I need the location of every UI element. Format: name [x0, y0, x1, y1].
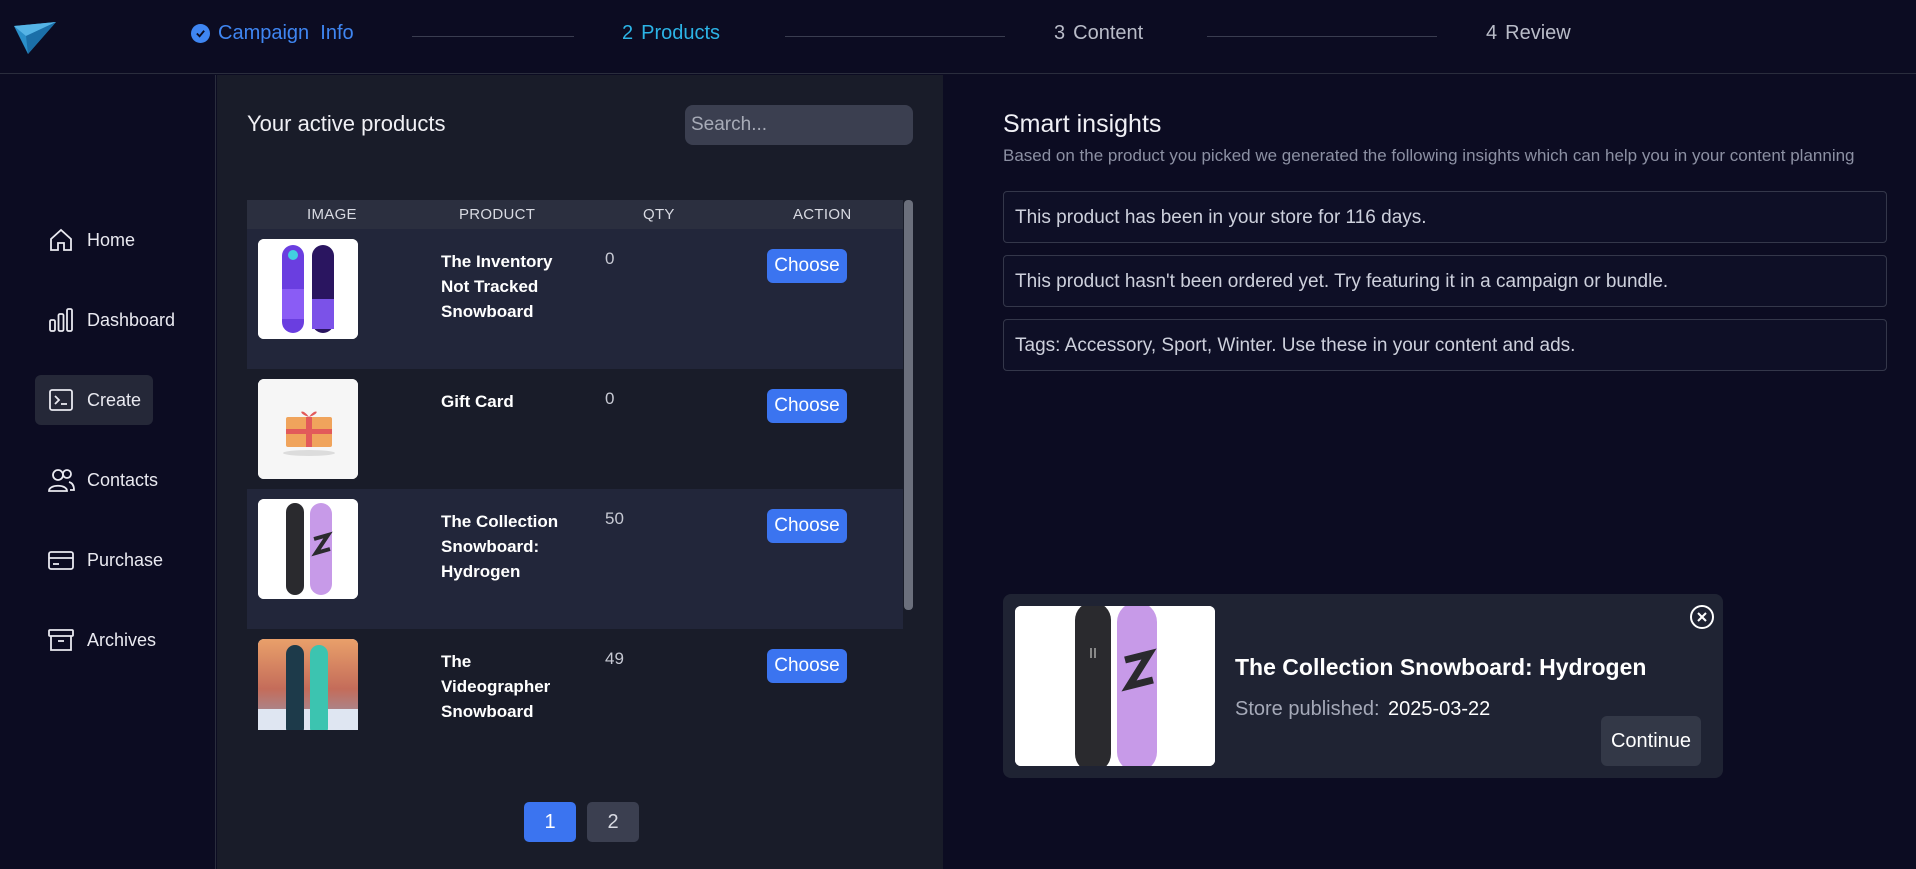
insight-item: Tags: Accessory, Sport, Winter. Use thes…: [1003, 319, 1887, 371]
table-row[interactable]: The Videographer Snowboard 49 Choose: [247, 629, 903, 730]
column-header-product: PRODUCT: [459, 206, 536, 223]
panel-title: Your active products: [247, 111, 446, 136]
product-image: [258, 639, 358, 730]
product-image: [258, 379, 358, 479]
sidebar-item-label: Contacts: [87, 469, 159, 490]
step-number: 2: [622, 22, 634, 44]
product-qty: 0: [605, 389, 615, 408]
page-button-1[interactable]: 1: [524, 802, 576, 842]
choose-button[interactable]: Choose: [767, 509, 847, 543]
column-header-qty: QTY: [643, 206, 675, 223]
sidebar-item-label: Dashboard: [87, 309, 176, 330]
selected-product-card: The Collection Snowboard: Hydrogen Store…: [1003, 594, 1723, 778]
insight-item: This product hasn't been ordered yet. Tr…: [1003, 255, 1887, 307]
step-campaign-info[interactable]: Campaign Info: [191, 22, 354, 45]
step-label: Campaign Info: [218, 22, 354, 44]
terminal-icon: [49, 389, 73, 411]
sidebar-item-contacts[interactable]: Contacts: [35, 455, 170, 505]
page-button-2[interactable]: 2: [587, 802, 639, 842]
product-name: The Videographer Snowboard: [441, 652, 551, 721]
users-icon: [48, 469, 75, 492]
close-button[interactable]: [1689, 604, 1715, 630]
paper-plane-logo[interactable]: [14, 22, 56, 56]
insights-subtitle: Based on the product you picked we gener…: [1003, 146, 1855, 165]
insights-title: Smart insights: [1003, 110, 1162, 138]
step-label: Review: [1505, 22, 1571, 44]
product-qty: 0: [605, 249, 615, 268]
selected-product-name: The Collection Snowboard: Hydrogen: [1235, 654, 1647, 680]
step-divider: [412, 36, 574, 37]
product-qty: 50: [605, 509, 624, 528]
step-divider: [785, 36, 1005, 37]
sidebar: Home Dashboard Create Contacts Purchase …: [0, 75, 216, 869]
sidebar-item-label: Purchase: [87, 549, 164, 570]
product-image: [258, 499, 358, 599]
sidebar-item-label: Home: [87, 229, 136, 250]
step-number: 3: [1054, 22, 1066, 44]
table-row[interactable]: The Collection Snowboard: Hydrogen 50 Ch…: [247, 489, 903, 629]
choose-button[interactable]: Choose: [767, 649, 847, 683]
step-products[interactable]: 2 Products: [622, 22, 720, 45]
step-number: 4: [1486, 22, 1498, 44]
close-circle-icon: [1690, 605, 1714, 629]
products-table: IMAGE PRODUCT QTY ACTION The Inventory N…: [247, 200, 913, 730]
products-panel: Your active products IMAGE PRODUCT QTY A…: [217, 75, 943, 869]
continue-button[interactable]: Continue: [1601, 716, 1701, 766]
credit-card-icon: [48, 551, 74, 570]
table-row[interactable]: Gift Card 0 Choose: [247, 369, 903, 489]
step-divider: [1207, 36, 1437, 37]
step-review[interactable]: 4 Review: [1486, 22, 1571, 45]
sidebar-item-label: Archives: [87, 629, 157, 650]
top-bar: Campaign Info 2 Products 3 Content 4 Rev…: [0, 0, 1916, 74]
sidebar-item-home[interactable]: Home: [35, 215, 147, 265]
published-label: Store published:: [1235, 698, 1380, 720]
sidebar-item-archives[interactable]: Archives: [35, 615, 168, 665]
table-scrollbar[interactable]: [904, 200, 913, 610]
choose-button[interactable]: Choose: [767, 249, 847, 283]
column-header-image: IMAGE: [307, 206, 357, 223]
bar-chart-icon: [49, 308, 73, 332]
product-name: Gift Card: [441, 392, 514, 411]
archive-icon: [48, 629, 74, 651]
search-input[interactable]: [685, 105, 913, 145]
table-header: IMAGE PRODUCT QTY ACTION: [247, 200, 903, 229]
insight-item: This product has been in your store for …: [1003, 191, 1887, 243]
home-icon: [50, 228, 72, 251]
product-name: The Collection Snowboard: Hydrogen: [441, 512, 559, 581]
selected-product-image: [1015, 606, 1215, 766]
published-date: 2025-03-22: [1388, 698, 1491, 720]
step-content[interactable]: 3 Content: [1054, 22, 1143, 45]
choose-button[interactable]: Choose: [767, 389, 847, 423]
step-label: Content: [1073, 22, 1144, 44]
check-circle-icon: [191, 24, 210, 43]
column-header-action: ACTION: [793, 206, 852, 223]
sidebar-item-create[interactable]: Create: [35, 375, 154, 425]
sidebar-item-label: Create: [87, 389, 142, 410]
product-image: [258, 239, 358, 339]
sidebar-item-purchase[interactable]: Purchase: [35, 535, 175, 585]
table-row[interactable]: The Inventory Not Tracked Snowboard 0 Ch…: [247, 229, 903, 369]
step-label: Products: [641, 22, 721, 44]
product-name: The Inventory Not Tracked Snowboard: [441, 252, 553, 321]
product-qty: 49: [605, 649, 624, 668]
sidebar-item-dashboard[interactable]: Dashboard: [35, 295, 187, 345]
